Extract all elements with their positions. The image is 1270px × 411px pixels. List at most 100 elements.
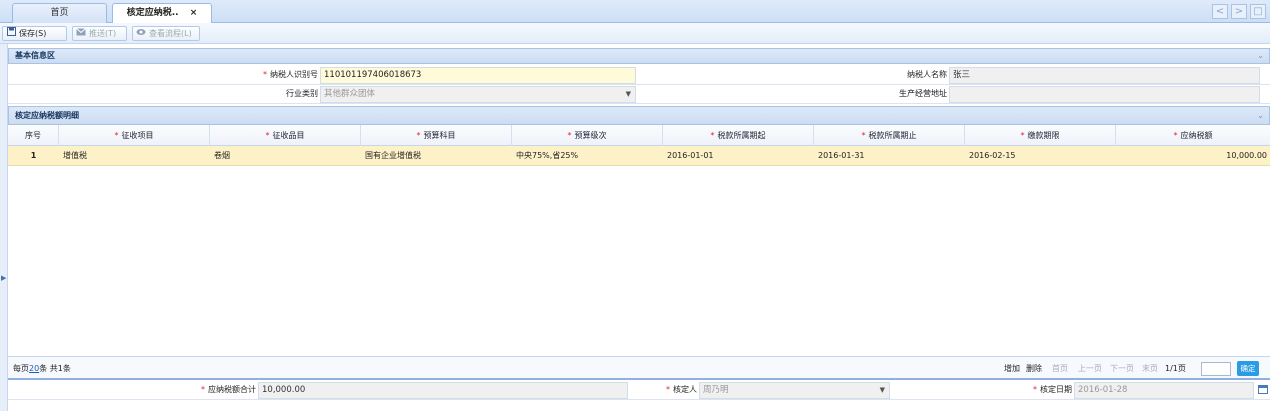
col-header-text: 征收项目	[121, 131, 154, 140]
col-header[interactable]: * 预算级次	[512, 125, 663, 146]
detail-grid-header: 序号 * 征收项目 * 征收品目 * 预算科目 * 预算级次 * 税款所属期起 * 税款所属…	[8, 125, 1270, 146]
date-field[interactable]: 2016-01-28	[1074, 382, 1254, 399]
eye-icon	[136, 27, 146, 40]
footer-row: * 应纳税额合计 10,000.00 * 核定人 周乃明 ▼ * 核定日期 2016-…	[8, 381, 1270, 400]
page-indicator: 1/1页	[1165, 364, 1186, 373]
table-cell[interactable]: 2016-02-15	[965, 146, 1116, 166]
tab-tax-assessment[interactable]: 核定应纳税.. ×	[112, 3, 212, 24]
basic-info-title: 基本信息区	[15, 51, 55, 60]
col-header[interactable]: * 缴款期限	[965, 125, 1116, 146]
tab-nav: < > □	[1212, 4, 1266, 19]
col-header[interactable]: 序号	[8, 125, 59, 146]
col-header-text: 预算科目	[423, 131, 456, 140]
taxpayer-name-field: 张三	[949, 67, 1260, 84]
table-cell[interactable]: 10,000.00	[1116, 146, 1270, 166]
maximize-icon[interactable]: □	[1250, 4, 1266, 19]
prev-page-button[interactable]: 上一页	[1078, 363, 1102, 374]
tab-bar: 首页 核定应纳税.. × < > □	[0, 0, 1270, 24]
table-cell[interactable]: 增值税	[59, 146, 210, 166]
send-button[interactable]: 推送(T)	[72, 26, 127, 41]
required-marker: *	[1020, 131, 1025, 140]
calendar-icon[interactable]	[1258, 384, 1268, 396]
sidebar-collapse-handle[interactable]: ▶	[0, 44, 8, 411]
table-row[interactable]: 1 增值税 卷烟 国有企业增值税 中央75%,省25% 2016-01-01 2…	[8, 146, 1270, 166]
table-cell[interactable]: 中央75%,省25%	[512, 146, 663, 166]
industry-value: 其他群众团体	[324, 89, 376, 99]
detail-header[interactable]: 核定应纳税额明细 ⌄	[8, 106, 1270, 125]
view-flow-button[interactable]: 查看流程(L)	[132, 26, 200, 41]
table-cell[interactable]: 卷烟	[210, 146, 361, 166]
taxpayer-id-field[interactable]: 110101197406018673	[320, 67, 636, 84]
page-number-input[interactable]	[1201, 362, 1231, 376]
mail-icon	[76, 27, 86, 40]
table-cell[interactable]: 1	[8, 146, 59, 166]
first-page-button[interactable]: 首页	[1052, 363, 1068, 374]
grid-empty-area	[8, 166, 1270, 355]
col-header[interactable]: * 征收项目	[59, 125, 210, 146]
table-cell[interactable]: 2016-01-01	[663, 146, 814, 166]
col-header[interactable]: * 预算科目	[361, 125, 512, 146]
assessor-label: * 核定人	[630, 381, 697, 399]
col-header[interactable]: * 税款所属期起	[663, 125, 814, 146]
page-size-link[interactable]: 20	[29, 364, 39, 373]
col-header-text: 序号	[25, 131, 41, 140]
dropdown-arrow-icon[interactable]: ▼	[880, 383, 885, 398]
chevron-right-icon[interactable]: >	[1231, 4, 1247, 19]
date-label-text: 核定日期	[1040, 385, 1072, 394]
col-header-text: 缴款期限	[1027, 131, 1060, 140]
expand-arrow-icon: ▶	[1, 274, 7, 282]
required-marker: *	[666, 385, 670, 394]
date-label: * 核定日期	[892, 381, 1072, 399]
taxpayer-id-label: * 纳税人识别号	[8, 66, 318, 84]
col-header-text: 征收品目	[272, 131, 305, 140]
required-marker: *	[201, 385, 205, 394]
required-marker: *	[710, 131, 715, 140]
taxpayer-id-label-text: 纳税人识别号	[270, 70, 318, 79]
required-marker: *	[263, 70, 267, 79]
next-page-button[interactable]: 下一页	[1110, 363, 1134, 374]
col-header[interactable]: * 应纳税额	[1116, 125, 1270, 146]
app-window: 首页 核定应纳税.. × < > □ 保存(S) 推送(T) 查看流程(L) ▶…	[0, 0, 1270, 411]
go-button[interactable]: 确定	[1237, 361, 1259, 376]
assessor-value: 周乃明	[703, 385, 729, 395]
table-cell[interactable]: 2016-01-31	[814, 146, 965, 166]
industry-label: 行业类别	[286, 89, 318, 98]
address-field	[949, 86, 1260, 103]
close-icon[interactable]: ×	[190, 8, 198, 18]
tab-tax-assessment-label: 核定应纳税..	[126, 8, 179, 18]
chevron-down-icon[interactable]: ⌄	[1257, 49, 1264, 63]
col-header-text: 税款所属期起	[717, 131, 766, 140]
total-label-text: 应纳税额合计	[208, 385, 256, 394]
chevron-left-icon[interactable]: <	[1212, 4, 1228, 19]
required-marker: *	[861, 131, 866, 140]
required-marker: *	[567, 131, 572, 140]
assessor-select[interactable]: 周乃明 ▼	[699, 382, 890, 399]
pager-info: 每页20条 共1条	[13, 363, 71, 374]
pager-prefix: 每页	[13, 364, 29, 373]
total-field: 10,000.00	[258, 382, 628, 399]
address-label: 生产经营地址	[899, 89, 947, 98]
save-button[interactable]: 保存(S)	[2, 26, 67, 41]
tab-home-label: 首页	[50, 8, 69, 18]
basic-row-1: * 纳税人识别号 110101197406018673 纳税人名称 张三	[8, 66, 1270, 85]
basic-info-header[interactable]: 基本信息区 ⌄	[8, 48, 1270, 64]
table-cell[interactable]: 国有企业增值税	[361, 146, 512, 166]
chevron-down-icon[interactable]: ⌄	[1257, 107, 1264, 124]
required-marker: *	[1173, 131, 1178, 140]
delete-row-button[interactable]: 删除	[1026, 363, 1042, 374]
col-header-text: 应纳税额	[1180, 131, 1213, 140]
col-header[interactable]: * 征收品目	[210, 125, 361, 146]
total-label: * 应纳税额合计	[8, 381, 256, 399]
col-header-text: 税款所属期止	[868, 131, 917, 140]
required-marker: *	[265, 131, 270, 140]
col-header[interactable]: * 税款所属期止	[814, 125, 965, 146]
industry-select[interactable]: 其他群众团体 ▼	[320, 86, 636, 103]
last-page-button[interactable]: 末页	[1142, 363, 1158, 374]
detail-title: 核定应纳税额明细	[15, 111, 79, 120]
add-row-button[interactable]: 增加	[1004, 363, 1020, 374]
save-icon	[6, 27, 16, 40]
dropdown-arrow-icon[interactable]: ▼	[626, 87, 631, 102]
tab-home[interactable]: 首页	[12, 3, 107, 23]
save-label: 保存(S)	[19, 29, 47, 38]
toolbar: 保存(S) 推送(T) 查看流程(L)	[0, 23, 1270, 44]
